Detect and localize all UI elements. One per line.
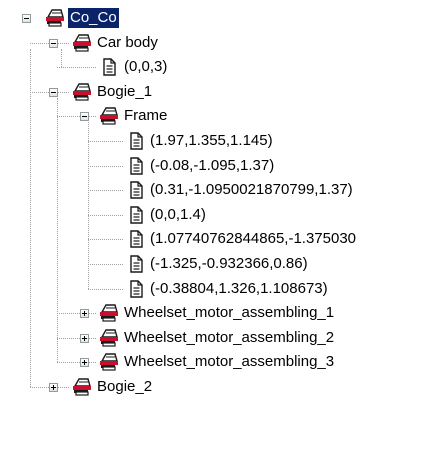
assembly-icon — [98, 327, 120, 349]
assembly-icon — [71, 376, 93, 398]
tree-node[interactable]: Bogie_2 — [0, 375, 447, 399]
tree-node[interactable]: Frame — [0, 104, 447, 128]
tree-leaf-item[interactable]: (0,0,3) — [0, 55, 447, 79]
tree-item-label: (-0.38804,1.326,1.108673) — [150, 279, 328, 297]
document-icon — [125, 179, 147, 201]
tree-item-label: (-1.325,-0.932366,0.86) — [150, 255, 308, 272]
tree-connector — [88, 239, 123, 241]
tree-item-label: (0.31,-1.0950021870799,1.37) — [150, 181, 353, 199]
collapse-toggle[interactable] — [49, 38, 58, 48]
document-icon — [125, 253, 147, 275]
expand-toggle[interactable] — [80, 358, 89, 368]
assembly-icon — [98, 351, 120, 373]
tree-node[interactable]: Bogie_1 — [0, 80, 447, 104]
tree-connector — [88, 141, 123, 143]
tree-item-label: (-0.08,-1.095,1.37) — [150, 156, 275, 174]
tree-view: Co_Co Car body (0,0,3) Bogie_1 Frame (1.97,1.… — [0, 0, 447, 475]
assembly-icon — [98, 302, 120, 324]
tree-item-label: Co_Co — [68, 8, 119, 28]
tree-item-label: (1.97,1.355,1.145) — [150, 132, 273, 149]
tree-item-label: Wheelset_motor_assembling_2 — [124, 328, 335, 346]
tree-connector — [88, 264, 123, 266]
tree-connector — [88, 165, 123, 168]
assembly-icon — [98, 105, 120, 127]
tree-item-label: Bogie_1 — [97, 82, 153, 100]
tree-item-label: (1.07740762844865,-1.375030 — [150, 230, 357, 248]
document-icon — [125, 130, 147, 152]
tree-guide-line — [57, 97, 59, 363]
document-icon — [98, 56, 120, 78]
document-icon — [125, 204, 147, 226]
tree-item-label: Wheelset_motor_assembling_1 — [124, 304, 335, 322]
collapse-toggle[interactable] — [80, 112, 89, 122]
tree-node[interactable]: Wheelset_motor_assembling_2 — [0, 326, 447, 350]
tree-item-label: Bogie_2 — [97, 378, 153, 395]
document-icon — [125, 228, 147, 250]
tree-connector — [57, 313, 96, 315]
tree-leaf-item[interactable]: (-0.08,-1.095,1.37) — [0, 154, 447, 178]
tree-item-label: (0,0,3) — [124, 58, 168, 76]
tree-connector — [88, 190, 123, 192]
tree-guide-line — [30, 48, 32, 387]
collapse-toggle[interactable] — [49, 87, 58, 97]
tree-node[interactable]: Co_Co — [0, 6, 447, 30]
tree-item-label: Car body — [97, 33, 158, 51]
collapse-toggle[interactable] — [22, 14, 31, 23]
document-icon — [125, 155, 147, 177]
tree-node[interactable]: Car body — [0, 31, 447, 55]
tree-leaf-item[interactable]: (0,0,1.4) — [0, 203, 447, 227]
tree-connector — [88, 214, 123, 217]
tree-leaf-item[interactable]: (1.07740762844865,-1.375030 — [0, 227, 447, 251]
tree-node[interactable]: Wheelset_motor_assembling_3 — [0, 350, 447, 374]
tree-connector — [88, 288, 123, 291]
tree-connector — [57, 337, 96, 340]
assembly-icon — [71, 81, 93, 103]
tree-guide-line — [88, 122, 90, 289]
expand-toggle[interactable] — [80, 309, 89, 319]
tree-leaf-item[interactable]: (-0.38804,1.326,1.108673) — [0, 277, 447, 301]
tree-connector — [57, 116, 96, 118]
tree-guide-line — [61, 48, 63, 68]
tree-item-label: Frame — [124, 107, 168, 125]
document-icon — [125, 278, 147, 300]
assembly-icon — [44, 7, 66, 29]
tree-node[interactable]: Wheelset_motor_assembling_1 — [0, 301, 447, 325]
tree-leaf-item[interactable]: (0.31,-1.0950021870799,1.37) — [0, 178, 447, 202]
tree-item-label: (0,0,1.4) — [150, 205, 206, 223]
assembly-icon — [71, 32, 93, 54]
tree-item-label: Wheelset_motor_assembling_3 — [124, 353, 335, 371]
expand-toggle[interactable] — [80, 333, 89, 343]
expand-toggle[interactable] — [49, 383, 58, 392]
tree-connector — [57, 67, 96, 69]
tree-leaf-item[interactable]: (1.97,1.355,1.145) — [0, 129, 447, 153]
tree-connector — [57, 362, 96, 364]
tree-leaf-item[interactable]: (-1.325,-0.932366,0.86) — [0, 252, 447, 276]
